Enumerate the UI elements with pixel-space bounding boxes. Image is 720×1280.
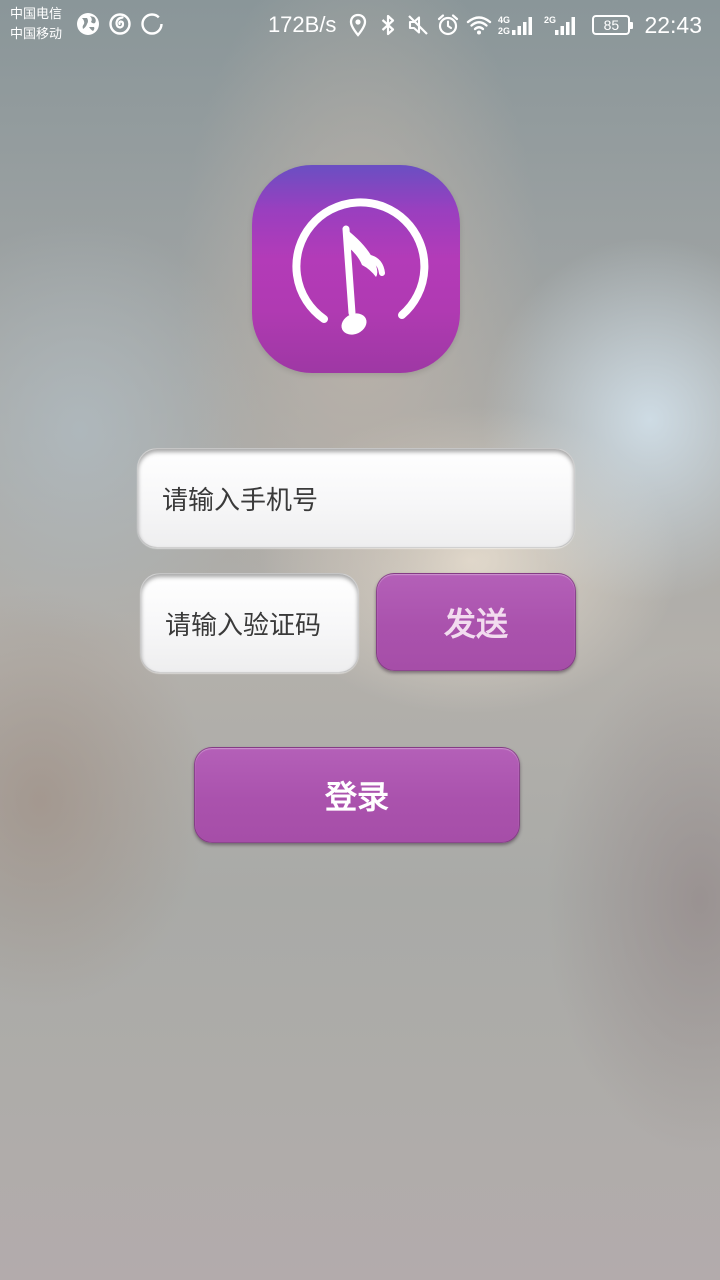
bluetooth-icon	[382, 14, 395, 36]
phone-placeholder: 请输入手机号	[162, 485, 319, 516]
network-speed: 172B/s	[267, 12, 337, 37]
send-code-button[interactable]: 发送	[376, 573, 576, 671]
send-button-label: 发送	[443, 605, 508, 643]
signal-4g-icon: 4G 2G	[498, 15, 533, 36]
verification-code-input[interactable]: 请输入验证码	[140, 573, 359, 673]
carrier-1-label: 中国电信	[10, 7, 63, 22]
signal-4g-label: 4G	[498, 15, 510, 25]
music-note-icon	[292, 198, 429, 335]
mute-icon	[408, 15, 429, 35]
login-button[interactable]: 登录	[194, 747, 520, 843]
carrier-2-label: 中国移动	[10, 27, 63, 42]
app-logo	[252, 165, 460, 373]
battery-level: 85	[603, 17, 620, 33]
signal-2g-label-1: 2G	[498, 26, 510, 36]
netease-music-icon	[109, 13, 131, 35]
battery-indicator: 85	[592, 15, 634, 35]
phone-input[interactable]: 请输入手机号	[137, 448, 575, 548]
earth-icon	[77, 13, 99, 35]
signal-2g-label-2: 2G	[544, 15, 556, 25]
login-button-label: 登录	[324, 778, 389, 816]
carrier-labels: 中国电信 中国移动	[10, 5, 62, 45]
wifi-icon	[467, 16, 492, 35]
notification-icons	[76, 12, 164, 36]
signal-2g-icon: 2G	[544, 15, 576, 35]
code-placeholder: 请输入验证码	[165, 610, 322, 641]
location-icon	[350, 13, 367, 37]
status-bar: 中国电信 中国移动 172B/s 4G 2G 2G 85 22:43	[0, 0, 720, 50]
alarm-icon	[438, 14, 459, 36]
clock: 22:43	[644, 12, 702, 38]
status-right: 172B/s 4G 2G 2G 85 22:43	[268, 10, 702, 40]
loading-circle-icon	[141, 13, 163, 35]
